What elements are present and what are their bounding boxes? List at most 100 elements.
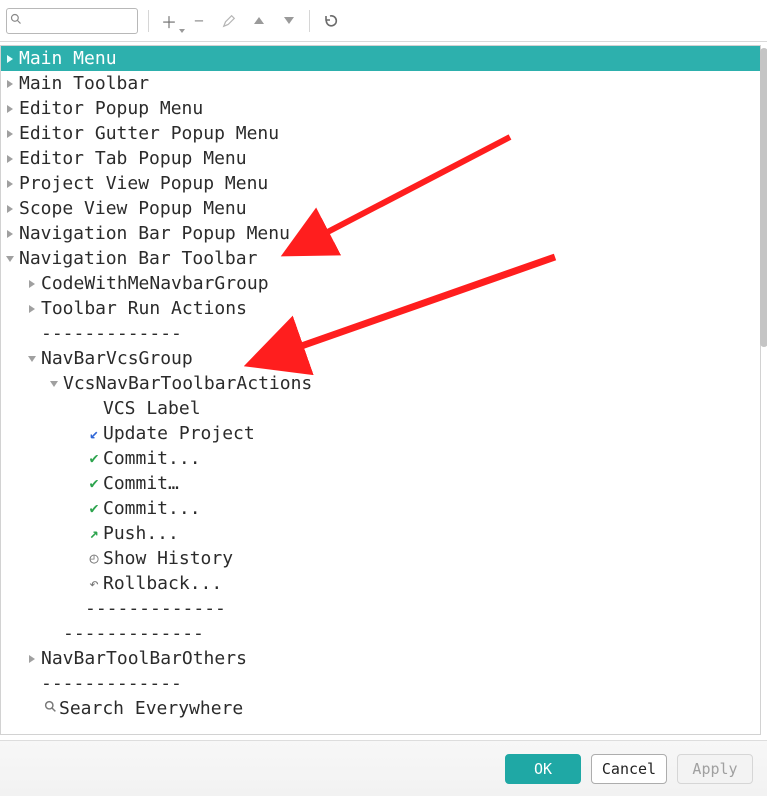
chevron-down-icon[interactable] [23,355,41,363]
chevron-right-icon[interactable] [23,280,41,288]
tree-row-label: Rollback... [103,571,222,596]
row-icon: ↙ [85,421,103,446]
tree-row[interactable]: Editor Gutter Popup Menu [1,121,760,146]
tree-row[interactable]: ✔Commit... [1,446,760,471]
tree-row[interactable]: NavBarToolBarOthers [1,646,760,671]
tree-row[interactable]: ↶Rollback... [1,571,760,596]
separator-row: ------------- [41,321,182,346]
tree-row[interactable]: Main Toolbar [1,71,760,96]
caret-down-icon [179,29,185,33]
tree-row-label: VcsNavBarToolbarActions [63,371,312,396]
chevron-right-icon[interactable] [1,130,19,138]
apply-button: Apply [677,754,753,784]
separator-row: ------------- [85,596,226,621]
tree-row-label: Commit... [103,496,201,521]
row-icon: ↶ [85,571,103,596]
row-icon [41,696,59,721]
outgoing-arrow-icon: ↗ [89,521,98,546]
ok-button[interactable]: OK [505,754,581,784]
check-icon: ✔ [89,446,98,471]
tree-row-label: Scope View Popup Menu [19,196,247,221]
tree-row[interactable]: Editor Popup Menu [1,96,760,121]
tree-row[interactable]: ------------- [1,671,760,696]
row-icon: ↗ [85,521,103,546]
tree-row[interactable]: Toolbar Run Actions [1,296,760,321]
row-icon: ✔ [85,471,103,496]
actions-tree[interactable]: Main MenuMain ToolbarEditor Popup MenuEd… [1,46,760,721]
tree-row[interactable]: ✔Commit… [1,471,760,496]
tree-row-label: Navigation Bar Toolbar [19,246,257,271]
tree-row[interactable]: Scope View Popup Menu [1,196,760,221]
search-wrap [6,8,138,34]
tree-row[interactable]: Navigation Bar Popup Menu [1,221,760,246]
chevron-right-icon[interactable] [1,180,19,188]
tree-row[interactable]: CodeWithMeNavbarGroup [1,271,760,296]
scrollbar-thumb[interactable] [760,48,767,347]
cancel-button[interactable]: Cancel [591,754,667,784]
tree-row[interactable]: Search Everywhere [1,696,760,721]
toolbar-separator [309,10,310,32]
tree-row-label: Commit… [103,471,179,496]
tree-row-label: Editor Tab Popup Menu [19,146,247,171]
tree-row[interactable]: ------------- [1,321,760,346]
chevron-down-icon[interactable] [45,380,63,388]
clock-icon: ◴ [89,546,98,571]
tree-row-label: Editor Gutter Popup Menu [19,121,279,146]
row-icon: ◴ [85,546,103,571]
tree-panel-wrap: Main MenuMain ToolbarEditor Popup MenuEd… [0,42,767,738]
tree-row-label: Editor Popup Menu [19,96,203,121]
chevron-right-icon[interactable] [1,230,19,238]
edit-icon [219,11,239,31]
search-input[interactable] [6,8,138,34]
chevron-right-icon[interactable] [23,655,41,663]
tree-row[interactable]: VCS Label [1,396,760,421]
chevron-right-icon[interactable] [1,105,19,113]
tree-row-label: Commit... [103,446,201,471]
tree-row[interactable]: ------------- [1,621,760,646]
tree-row[interactable]: Project View Popup Menu [1,171,760,196]
incoming-arrow-icon: ↙ [89,421,98,446]
chevron-right-icon[interactable] [1,155,19,163]
tree-row[interactable]: ◴Show History [1,546,760,571]
tree-row[interactable]: NavBarVcsGroup [1,346,760,371]
tree-row[interactable]: ------------- [1,596,760,621]
chevron-right-icon[interactable] [1,80,19,88]
tree-row-label: Project View Popup Menu [19,171,268,196]
tree-row-label: Push... [103,521,179,546]
revert-icon[interactable] [320,11,340,31]
chevron-right-icon[interactable] [1,205,19,213]
tree-row[interactable]: VcsNavBarToolbarActions [1,371,760,396]
check-icon: ✔ [89,496,98,521]
tree-row[interactable]: Main Menu [1,46,760,71]
tree-row-label: VCS Label [103,396,201,421]
tree-row-label: Show History [103,546,233,571]
row-icon: ✔ [85,496,103,521]
separator-row: ------------- [63,621,204,646]
search-icon [44,696,57,721]
move-up-icon [249,11,269,31]
toolbar: ＋ − [0,0,767,42]
dialog-button-bar: OK Cancel Apply [0,740,767,796]
tree-row[interactable]: Navigation Bar Toolbar [1,246,760,271]
scrollbar[interactable] [759,48,767,500]
tree-row-label: Search Everywhere [59,696,243,721]
chevron-right-icon[interactable] [1,55,19,63]
rollback-icon: ↶ [89,571,99,596]
chevron-right-icon[interactable] [23,305,41,313]
remove-icon: − [189,11,209,31]
tree-row-label: Navigation Bar Popup Menu [19,221,290,246]
chevron-down-icon[interactable] [1,255,19,263]
tree-row[interactable]: ↗Push... [1,521,760,546]
tree-row[interactable]: ↙Update Project [1,421,760,446]
add-icon[interactable]: ＋ [159,11,179,31]
tree-row-label: NavBarToolBarOthers [41,646,247,671]
row-icon: ✔ [85,446,103,471]
tree-row[interactable]: Editor Tab Popup Menu [1,146,760,171]
separator-row: ------------- [41,671,182,696]
tree-row-label: Update Project [103,421,255,446]
tree-row-label: Main Menu [19,46,117,71]
tree-row-label: NavBarVcsGroup [41,346,193,371]
tree-panel[interactable]: Main MenuMain ToolbarEditor Popup MenuEd… [0,45,761,735]
tree-row[interactable]: ✔Commit... [1,496,760,521]
tree-row-label: CodeWithMeNavbarGroup [41,271,269,296]
